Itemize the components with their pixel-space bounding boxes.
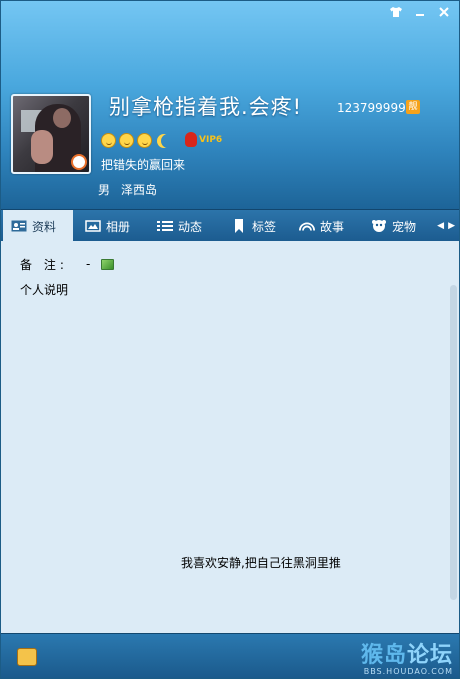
watermark-logo: 猴岛论坛 BBS.HOUDAO.COM <box>361 637 453 676</box>
tab-pet[interactable]: 宠物 <box>363 210 429 242</box>
remark-value: - <box>86 257 91 271</box>
window-controls <box>385 4 455 20</box>
skin-shirt-icon[interactable] <box>385 4 407 20</box>
rainbow-story-icon <box>299 219 315 233</box>
profile-card-icon <box>11 219 27 233</box>
avatar-arm <box>31 130 53 164</box>
close-icon[interactable] <box>433 4 455 20</box>
moon-level-icon <box>161 134 175 148</box>
tab-label: 相册 <box>106 219 131 234</box>
online-status-icon <box>71 154 87 170</box>
tab-label: 宠物 <box>392 219 417 234</box>
footer-bar: 猴岛论坛 BBS.HOUDAO.COM <box>1 633 459 678</box>
tab-bar: 资料 相册 动态 标签 故事 宠物 ◀ ▶ <box>1 209 459 242</box>
watermark-url: BBS.HOUDAO.COM <box>363 667 453 676</box>
tab-album[interactable]: 相册 <box>77 210 145 242</box>
gender: 男 <box>98 183 111 197</box>
watermark-text-2: 论坛 <box>406 643 453 668</box>
arrow-left-icon[interactable]: ◀ <box>437 221 444 231</box>
vip-badge[interactable]: VIP6 <box>185 132 222 147</box>
edit-remark-icon[interactable] <box>101 259 114 270</box>
personal-description-title: 个人说明 <box>20 283 69 297</box>
tab-story[interactable]: 故事 <box>291 210 359 242</box>
sun-level-icon <box>119 133 134 148</box>
watermark-text-1: 猴岛 <box>360 643 407 668</box>
personal-description-text: 我喜欢安静,把自己往黑洞里推 <box>181 556 341 570</box>
vip-level-text: VIP6 <box>199 134 223 145</box>
sun-level-icon <box>101 133 116 148</box>
scrollbar[interactable] <box>450 285 457 600</box>
profile-window: 别拿枪指着我.会疼! 123799999 靓 VIP6 把错失的赢回来 男 泽西… <box>0 0 460 679</box>
location: 泽西岛 <box>121 183 158 197</box>
photo-album-icon <box>85 219 101 233</box>
sun-level-icon <box>137 133 152 148</box>
remark-label: 备 注: <box>20 258 68 272</box>
profile-header: 别拿枪指着我.会疼! 123799999 靓 VIP6 把错失的赢回来 男 泽西… <box>1 1 459 209</box>
gift-icon[interactable] <box>17 648 37 666</box>
nickname: 别拿枪指着我.会疼! <box>109 95 303 119</box>
qq-number: 123799999 <box>337 101 406 115</box>
pretty-number-badge-icon: 靓 <box>406 100 420 114</box>
tab-label: 故事 <box>320 219 345 234</box>
signature: 把错失的赢回来 <box>101 158 186 172</box>
tab-label: 标签 <box>252 219 277 234</box>
bookmark-tag-icon <box>231 219 247 233</box>
penguin-icon <box>185 132 197 147</box>
level-icons <box>101 133 175 148</box>
tab-tags[interactable]: 标签 <box>223 210 289 242</box>
tab-label: 资料 <box>32 219 57 234</box>
tab-label: 动态 <box>178 219 203 234</box>
tab-profile[interactable]: 资料 <box>3 210 73 242</box>
tab-scroll-arrows: ◀ ▶ <box>437 210 455 242</box>
arrow-right-icon[interactable]: ▶ <box>448 221 455 231</box>
minimize-icon[interactable] <box>409 4 431 20</box>
avatar[interactable] <box>11 94 91 174</box>
profile-content: 备 注: - 个人说明 我喜欢安静,把自己往黑洞里推 <box>1 241 459 633</box>
avatar-face <box>53 108 71 128</box>
pet-penguin-icon <box>371 219 387 233</box>
tab-feed[interactable]: 动态 <box>149 210 217 242</box>
feed-list-icon <box>157 219 173 233</box>
